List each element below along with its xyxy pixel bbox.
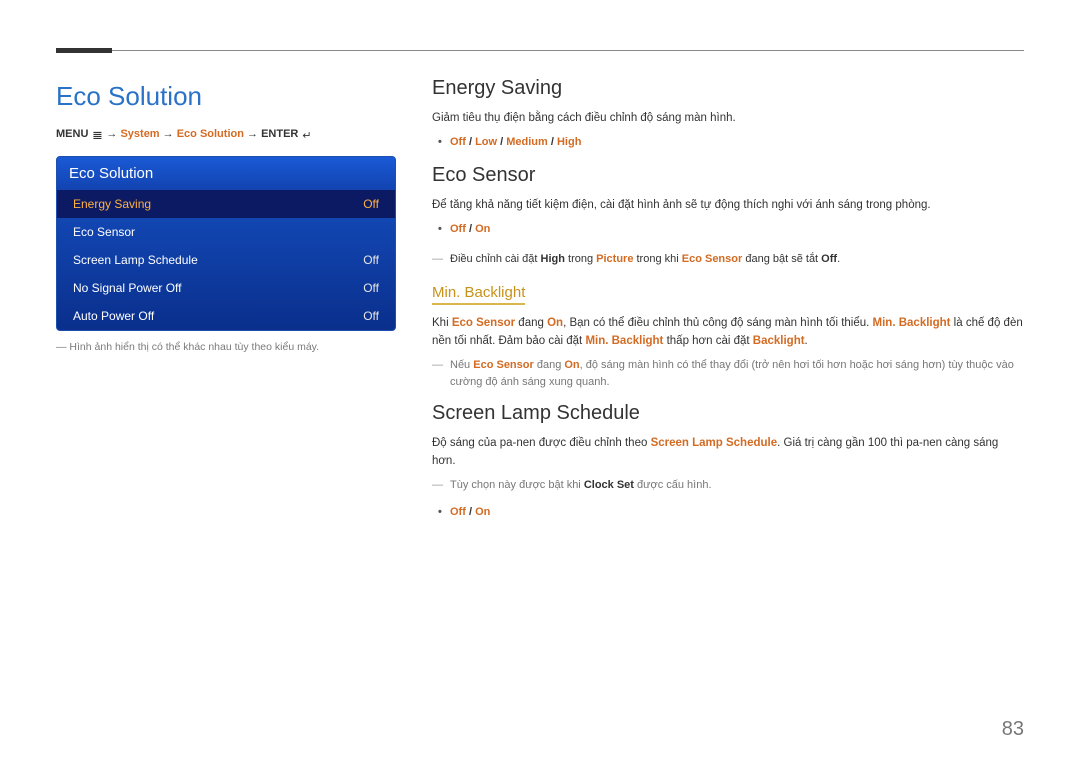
heading-energy-saving: Energy Saving — [432, 77, 1024, 100]
breadcrumb-arrow: → — [247, 128, 258, 140]
option-off: Off — [450, 223, 466, 235]
osd-title: Eco Solution — [57, 157, 395, 190]
page-number: 83 — [1002, 718, 1024, 741]
osd-panel: Eco Solution Energy Saving Off Eco Senso… — [56, 156, 396, 331]
option-line: Off / On — [438, 221, 1024, 237]
energy-options: Off / Low / Medium / High — [438, 134, 1024, 150]
option-high: High — [557, 136, 581, 148]
option-off: Off — [450, 506, 466, 518]
menu-icon — [92, 129, 102, 142]
option-line: Off / On — [438, 504, 1024, 520]
osd-row-no-signal[interactable]: No Signal Power Off Off — [57, 274, 395, 302]
screen-lamp-options: Off / On — [438, 504, 1024, 520]
osd-row-value: Off — [363, 253, 379, 267]
osd-row-energy-saving[interactable]: Energy Saving Off — [57, 190, 395, 218]
osd-row-value: Off — [363, 197, 379, 211]
page-title: Eco Solution — [56, 81, 396, 112]
osd-row-label: Energy Saving — [73, 197, 151, 211]
osd-row-label: Auto Power Off — [73, 309, 154, 323]
breadcrumb: MENU → System → Eco Solution → ENTER — [56, 128, 396, 142]
breadcrumb-system: System — [120, 128, 159, 140]
osd-row-label: Screen Lamp Schedule — [73, 253, 198, 267]
option-low: Low — [475, 136, 497, 148]
heading-eco-sensor: Eco Sensor — [432, 164, 1024, 187]
breadcrumb-menu: MENU — [56, 128, 88, 140]
min-backlight-note: Nếu Eco Sensor đang On, độ sáng màn hình… — [432, 357, 1024, 392]
osd-row-screen-lamp[interactable]: Screen Lamp Schedule Off — [57, 246, 395, 274]
screen-lamp-desc: Độ sáng của pa-nen được điều chỉnh theo … — [432, 435, 1024, 471]
option-off: Off — [450, 136, 466, 148]
osd-row-auto-power-off[interactable]: Auto Power Off Off — [57, 302, 395, 330]
option-line: Off / Low / Medium / High — [438, 134, 1024, 150]
header-rule — [56, 50, 1024, 51]
subheading-min-backlight: Min. Backlight — [432, 284, 525, 305]
eco-sensor-options: Off / On — [438, 221, 1024, 237]
eco-sensor-desc: Để tăng khả năng tiết kiệm điện, cài đặt… — [432, 197, 1024, 215]
eco-sensor-note: Điều chỉnh cài đặt High trong Picture tr… — [432, 251, 1024, 269]
option-on: On — [475, 506, 490, 518]
energy-desc: Giảm tiêu thụ điện bằng cách điều chỉnh … — [432, 110, 1024, 128]
osd-row-value: Off — [363, 309, 379, 323]
breadcrumb-arrow: → — [106, 128, 117, 140]
enter-icon — [302, 129, 311, 142]
option-medium: Medium — [506, 136, 548, 148]
breadcrumb-eco: Eco Solution — [177, 128, 244, 140]
osd-row-label: Eco Sensor — [73, 225, 135, 239]
heading-screen-lamp: Screen Lamp Schedule — [432, 402, 1024, 425]
osd-row-label: No Signal Power Off — [73, 281, 182, 295]
osd-row-eco-sensor[interactable]: Eco Sensor — [57, 218, 395, 246]
option-on: On — [475, 223, 490, 235]
breadcrumb-enter: ENTER — [261, 128, 298, 140]
min-backlight-desc: Khi Eco Sensor đang On, Bạn có thể điều … — [432, 315, 1024, 351]
osd-row-value: Off — [363, 281, 379, 295]
screen-lamp-note: Tùy chọn này được bật khi Clock Set được… — [432, 477, 1024, 495]
breadcrumb-arrow: → — [163, 128, 174, 140]
footnote: Hình ảnh hiển thị có thể khác nhau tùy t… — [56, 341, 396, 353]
